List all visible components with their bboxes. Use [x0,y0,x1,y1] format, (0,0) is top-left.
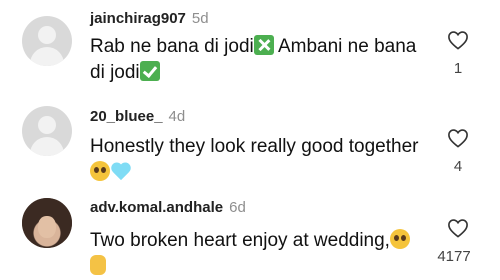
comment-text: Two broken heart enjoy at wedding, [90,228,435,280]
light-blue-heart-emoji [110,161,132,181]
avatar[interactable] [22,198,72,248]
pleading-face-emoji [389,229,410,249]
like-count: 1 [453,60,463,77]
check-mark-emoji [139,61,160,81]
like-button[interactable]: 4 [444,128,472,175]
like-count: 4 [453,158,463,175]
comment-age: 6d [229,199,246,216]
avatar[interactable] [22,106,72,156]
like-count: 4177 [437,248,471,265]
avatar[interactable] [22,16,72,66]
like-button[interactable]: 1 [444,30,472,77]
comment-age: 4d [168,108,186,125]
comment-username[interactable]: 20_bluee_ [90,108,163,125]
crossed-fingers-emoji [90,255,106,275]
cross-mark-emoji [253,35,274,55]
like-button[interactable]: 4177 [437,218,472,265]
comment-username[interactable]: jainchirag907 [90,10,186,27]
comment-age: 5d [191,10,209,27]
heart-outline-icon [448,31,468,50]
comment-text: Rab ne bana di jodi Ambani ne bana di jo… [90,35,417,83]
heart-outline-icon [448,129,468,148]
heart-outline-icon [448,219,468,238]
comment-username[interactable]: adv.komal.andhale [90,199,223,216]
pleading-face-emoji [90,161,110,181]
comment-text: Honestly they look really good together [90,134,435,186]
